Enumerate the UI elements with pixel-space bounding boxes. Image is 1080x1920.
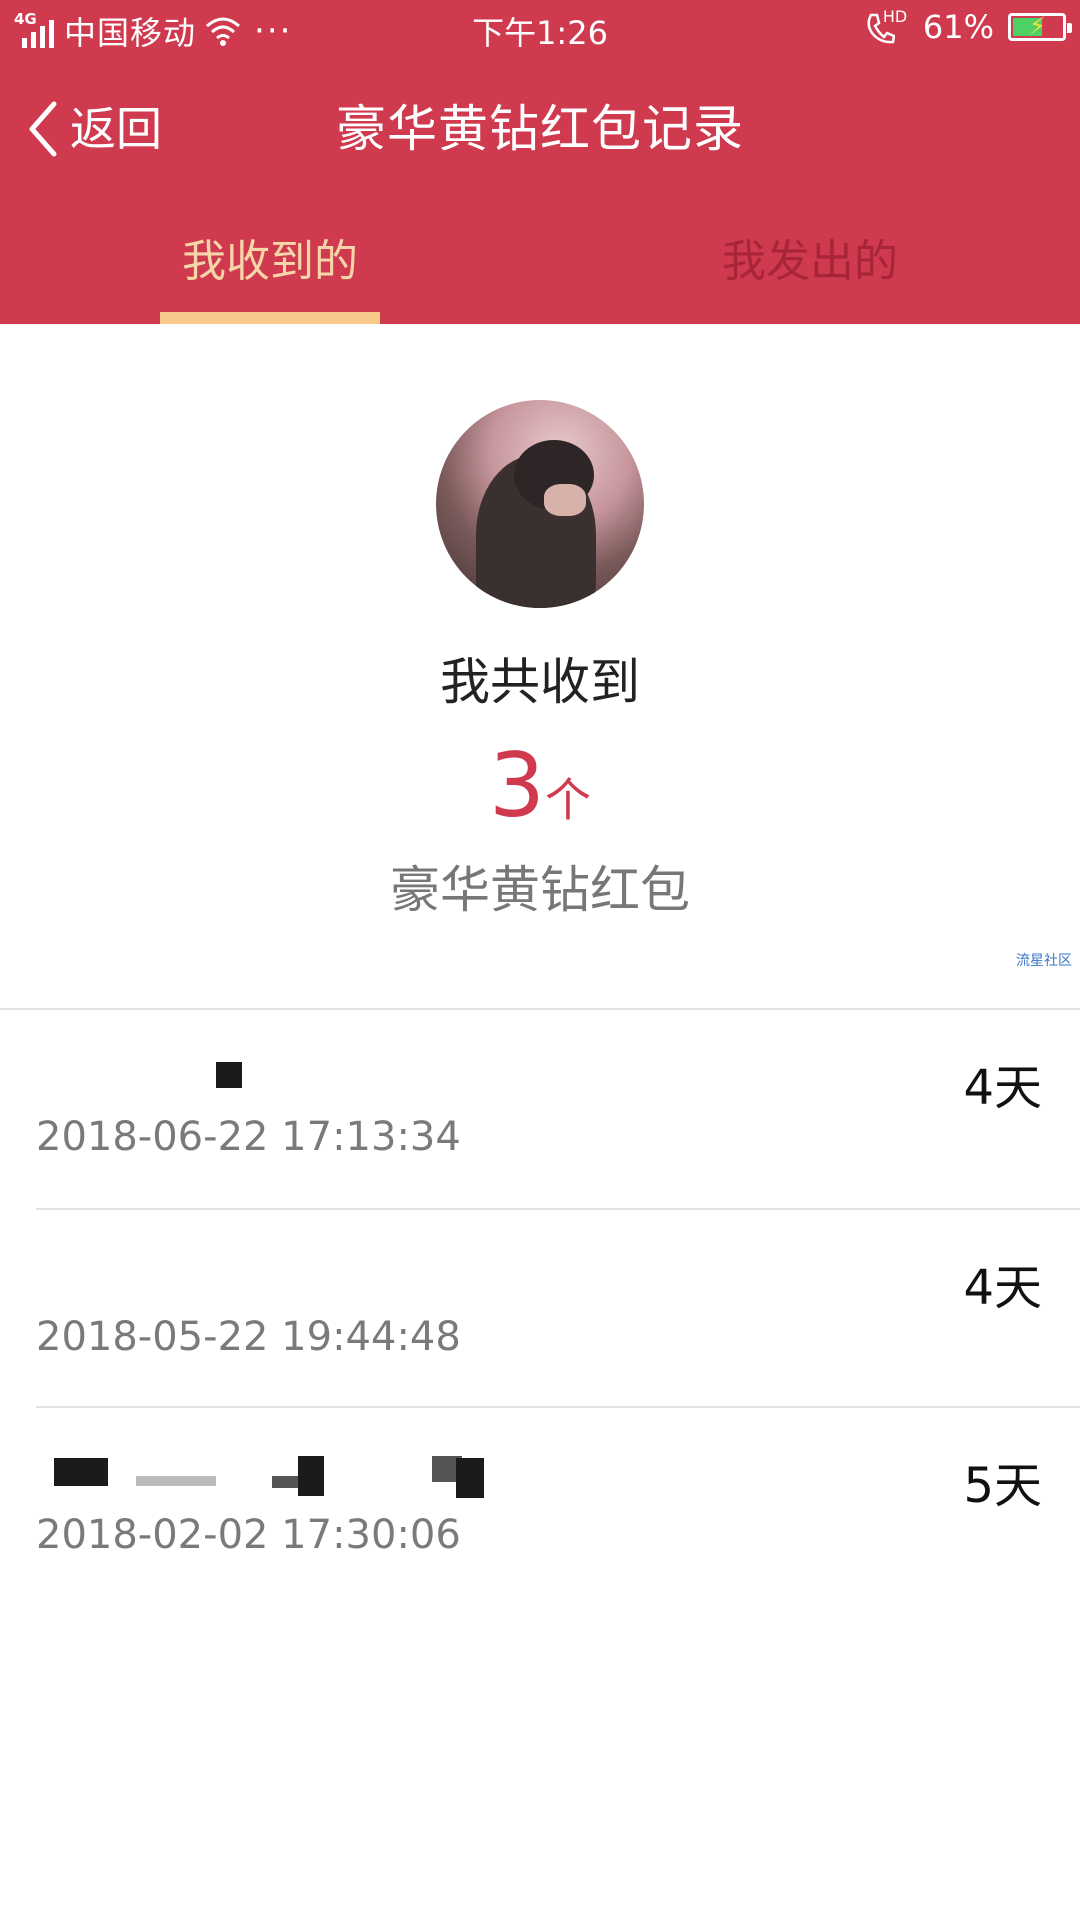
summary-label: 我共收到 bbox=[440, 653, 640, 711]
list-item[interactable]: 2018-06-22 17:13:34 4天 bbox=[0, 1010, 1080, 1208]
status-bar: 4G 中国移动 ··· 下午1:26 HD 61% ⚡ bbox=[0, 0, 1080, 56]
status-right: HD 61% ⚡ bbox=[865, 7, 1072, 46]
hd-label: HD bbox=[882, 7, 908, 26]
app-header: 4G 中国移动 ··· 下午1:26 HD 61% ⚡ 返回 豪华黄钻红包记录 … bbox=[0, 0, 1080, 324]
watermark: 流星社区 bbox=[1016, 953, 1072, 969]
record-duration: 4天 bbox=[963, 1060, 1042, 1116]
record-list: 2018-06-22 17:13:34 4天 2018-05-22 19:44:… bbox=[0, 1008, 1080, 1604]
list-item[interactable]: 2018-02-02 17:30:06 5天 bbox=[36, 1406, 1080, 1604]
tab-active-indicator bbox=[160, 312, 380, 324]
summary-subtitle: 豪华黄钻红包 bbox=[390, 861, 690, 919]
battery-icon: ⚡ bbox=[1008, 12, 1072, 41]
summary-section: 我共收到 3个 豪华黄钻红包 流星社区 bbox=[0, 324, 1080, 1010]
record-duration: 4天 bbox=[963, 1260, 1042, 1316]
record-date: 2018-06-22 17:13:34 bbox=[36, 1114, 461, 1160]
redacted-name bbox=[36, 1446, 496, 1498]
list-item[interactable]: 2018-05-22 19:44:48 4天 bbox=[36, 1208, 1080, 1406]
tab-received[interactable]: 我收到的 bbox=[160, 222, 380, 324]
avatar bbox=[436, 400, 644, 608]
redacted-name bbox=[36, 1048, 496, 1094]
battery-percent: 61% bbox=[922, 8, 994, 46]
received-count: 3 bbox=[489, 734, 545, 837]
record-duration: 5天 bbox=[963, 1458, 1042, 1514]
hd-call-icon: HD bbox=[865, 7, 909, 45]
record-date: 2018-05-22 19:44:48 bbox=[36, 1314, 461, 1360]
count-unit: 个 bbox=[545, 773, 591, 827]
redacted-name bbox=[36, 1248, 496, 1294]
tab-sent[interactable]: 我发出的 bbox=[700, 222, 920, 324]
record-date: 2018-02-02 17:30:06 bbox=[36, 1512, 461, 1558]
count-row: 3个 bbox=[0, 736, 1080, 836]
tab-bar: 我收到的 我发出的 bbox=[0, 222, 1080, 324]
nav-bar: 返回 豪华黄钻红包记录 bbox=[0, 80, 1080, 176]
page-title: 豪华黄钻红包记录 bbox=[336, 100, 744, 158]
